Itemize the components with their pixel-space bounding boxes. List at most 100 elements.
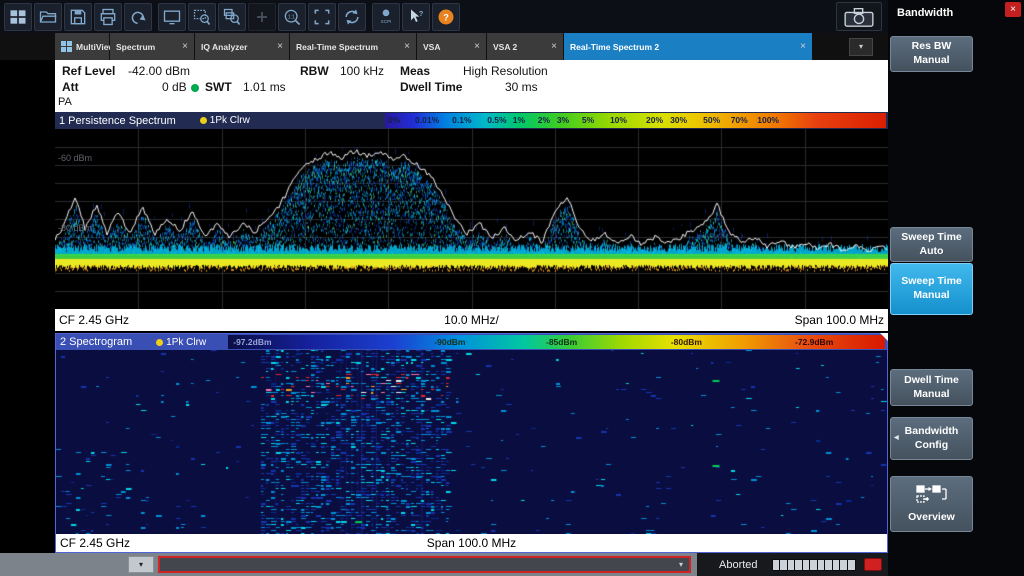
scale-label: -80dBm (671, 337, 702, 347)
softkey-sidebar: Bandwidth × Res BW Manual Sweep Time Aut… (888, 0, 1024, 576)
open-folder-icon[interactable] (34, 3, 62, 31)
tab-label: VSA (423, 42, 440, 52)
trace-color-dot-icon (156, 339, 163, 346)
scale-label: 3% (557, 115, 569, 125)
scpi-label: SCPI (381, 18, 392, 23)
status-bar: ▾ ▾ Aborted (0, 553, 888, 576)
tab-label: Real-Time Spectrum (296, 42, 378, 52)
persistence-canvas[interactable] (55, 129, 888, 309)
softkey-label: Bandwidth (905, 425, 959, 439)
softkey-label: Overview (908, 511, 955, 525)
status-dropdown-button[interactable]: ▾ (128, 556, 154, 573)
print-icon[interactable] (94, 3, 122, 31)
close-icon[interactable]: × (794, 41, 806, 52)
per-division: 10.0 MHz/ (55, 313, 888, 327)
scale-label: 70% (731, 115, 748, 125)
scale-label: 10% (610, 115, 627, 125)
scale-label: -97.2dBm (233, 337, 271, 347)
ref-level-label: Ref Level (62, 64, 115, 78)
ref-level-value[interactable]: -42.00 dBm (128, 64, 190, 78)
rbw-label: RBW (300, 64, 329, 78)
softkey-res-bw-manual[interactable]: Res BW Manual (890, 36, 973, 72)
tab-iq-analyzer[interactable]: IQ Analyzer × (195, 33, 289, 60)
windows-icon[interactable] (4, 3, 32, 31)
dwell-time-value[interactable]: 30 ms (505, 80, 538, 94)
scale-label: -90dBm (434, 337, 465, 347)
camera-icon[interactable] (836, 2, 882, 31)
close-icon[interactable]: × (398, 41, 410, 52)
save-icon[interactable] (64, 3, 92, 31)
status-bar-left: ▾ ▾ (0, 553, 697, 576)
rbw-value[interactable]: 100 kHz (340, 64, 384, 78)
multiview-grid-icon (61, 41, 72, 52)
close-icon: × (1010, 4, 1016, 15)
overview-diagram-icon (915, 484, 949, 509)
tab-label: VSA 2 (493, 42, 517, 52)
close-icon[interactable]: × (545, 41, 557, 52)
softkey-sweep-time-auto[interactable]: Sweep Time Auto (890, 227, 973, 262)
span-value: Span 100.0 MHz (56, 536, 887, 550)
sweep-status: Aborted (719, 559, 758, 571)
tab-bar: MultiView Spectrum × IQ Analyzer × Real-… (0, 33, 888, 60)
tab-vsa-2[interactable]: VSA 2 × (487, 33, 563, 60)
tab-real-time-spectrum[interactable]: Real-Time Spectrum × (290, 33, 416, 60)
sweep-refresh-icon[interactable] (338, 3, 366, 31)
softkey-label: Manual (913, 388, 949, 402)
chevron-down-icon: ▾ (859, 42, 863, 51)
y-axis-label: -60 dBm (58, 153, 92, 163)
submenu-arrow-icon: ◀ (894, 435, 899, 443)
trace-label: 1Pk Clrw (210, 115, 250, 126)
close-icon[interactable]: × (271, 41, 283, 52)
scale-label: 5% (582, 115, 594, 125)
att-label: Att (62, 80, 79, 94)
help-pointer-icon[interactable]: ? (402, 3, 430, 31)
pa-label: PA (58, 96, 72, 108)
trace-tag: 1Pk Clrw (156, 337, 206, 348)
remote-command-field[interactable]: ▾ (158, 556, 691, 573)
display-icon[interactable] (158, 3, 186, 31)
persistence-window-header: 1 Persistence Spectrum 1Pk Clrw 0% 0.01%… (55, 112, 888, 129)
trace-tag: 1Pk Clrw (200, 115, 250, 126)
scale-label: 50% (703, 115, 720, 125)
meas-value[interactable]: High Resolution (463, 64, 548, 78)
spectrogram-axis-bar: CF 2.45 GHz Span 100.0 MHz (56, 534, 887, 552)
trace-color-dot-icon (200, 117, 207, 124)
tab-multiview[interactable]: MultiView (55, 33, 109, 60)
close-icon[interactable]: × (468, 41, 480, 52)
fullscreen-icon[interactable] (308, 3, 336, 31)
y-axis-label: -80 dBm (58, 223, 92, 233)
status-bar-right: Aborted (697, 553, 888, 576)
tab-overflow-button[interactable]: ▾ (849, 38, 873, 56)
softkey-dwell-time-manual[interactable]: Dwell Time Manual (890, 369, 973, 406)
undo-icon[interactable] (124, 3, 152, 31)
spectrogram-graph (56, 350, 887, 534)
softkey-bandwidth-config[interactable]: ◀ Bandwidth Config (890, 417, 973, 460)
tab-spectrum[interactable]: Spectrum × (110, 33, 194, 60)
help-icon[interactable]: ? (432, 3, 460, 31)
softkey-label: Sweep Time (901, 275, 962, 289)
toolbar: 1:1 SCPI ? ? (0, 0, 888, 33)
swt-value[interactable]: 1.01 ms (243, 80, 286, 94)
tab-real-time-spectrum-2[interactable]: Real-Time Spectrum 2 × (564, 33, 812, 60)
scale-label: 0.5% (487, 115, 506, 125)
persistence-color-scale: 0% 0.01% 0.1% 0.5% 1% 2% 3% 5% 10% 20% 3… (385, 113, 886, 128)
close-menu-button[interactable]: × (1005, 2, 1021, 17)
scpi-icon[interactable]: SCPI (372, 3, 400, 31)
softkey-sweep-time-manual[interactable]: Sweep Time Manual (890, 263, 973, 315)
spectrogram-canvas[interactable] (56, 350, 887, 534)
trace-label: 1Pk Clrw (166, 337, 206, 348)
softkey-menu-title: Bandwidth (897, 7, 953, 19)
zoom-one-to-one-icon[interactable]: 1:1 (278, 3, 306, 31)
tab-vsa[interactable]: VSA × (417, 33, 486, 60)
close-icon[interactable]: × (176, 41, 188, 52)
sweep-progress-bar (772, 559, 856, 571)
zoom-area-icon[interactable] (188, 3, 216, 31)
att-value[interactable]: 0 dB (162, 80, 187, 94)
ratio-label: 1:1 (288, 14, 295, 20)
tab-label: IQ Analyzer (201, 42, 247, 52)
softkey-overview[interactable]: Overview (890, 476, 973, 532)
zoom-multi-icon[interactable] (218, 3, 246, 31)
add-window-icon[interactable] (248, 3, 276, 31)
persistence-graph: -60 dBm -80 dBm (55, 129, 888, 309)
scale-label: 20% (646, 115, 663, 125)
